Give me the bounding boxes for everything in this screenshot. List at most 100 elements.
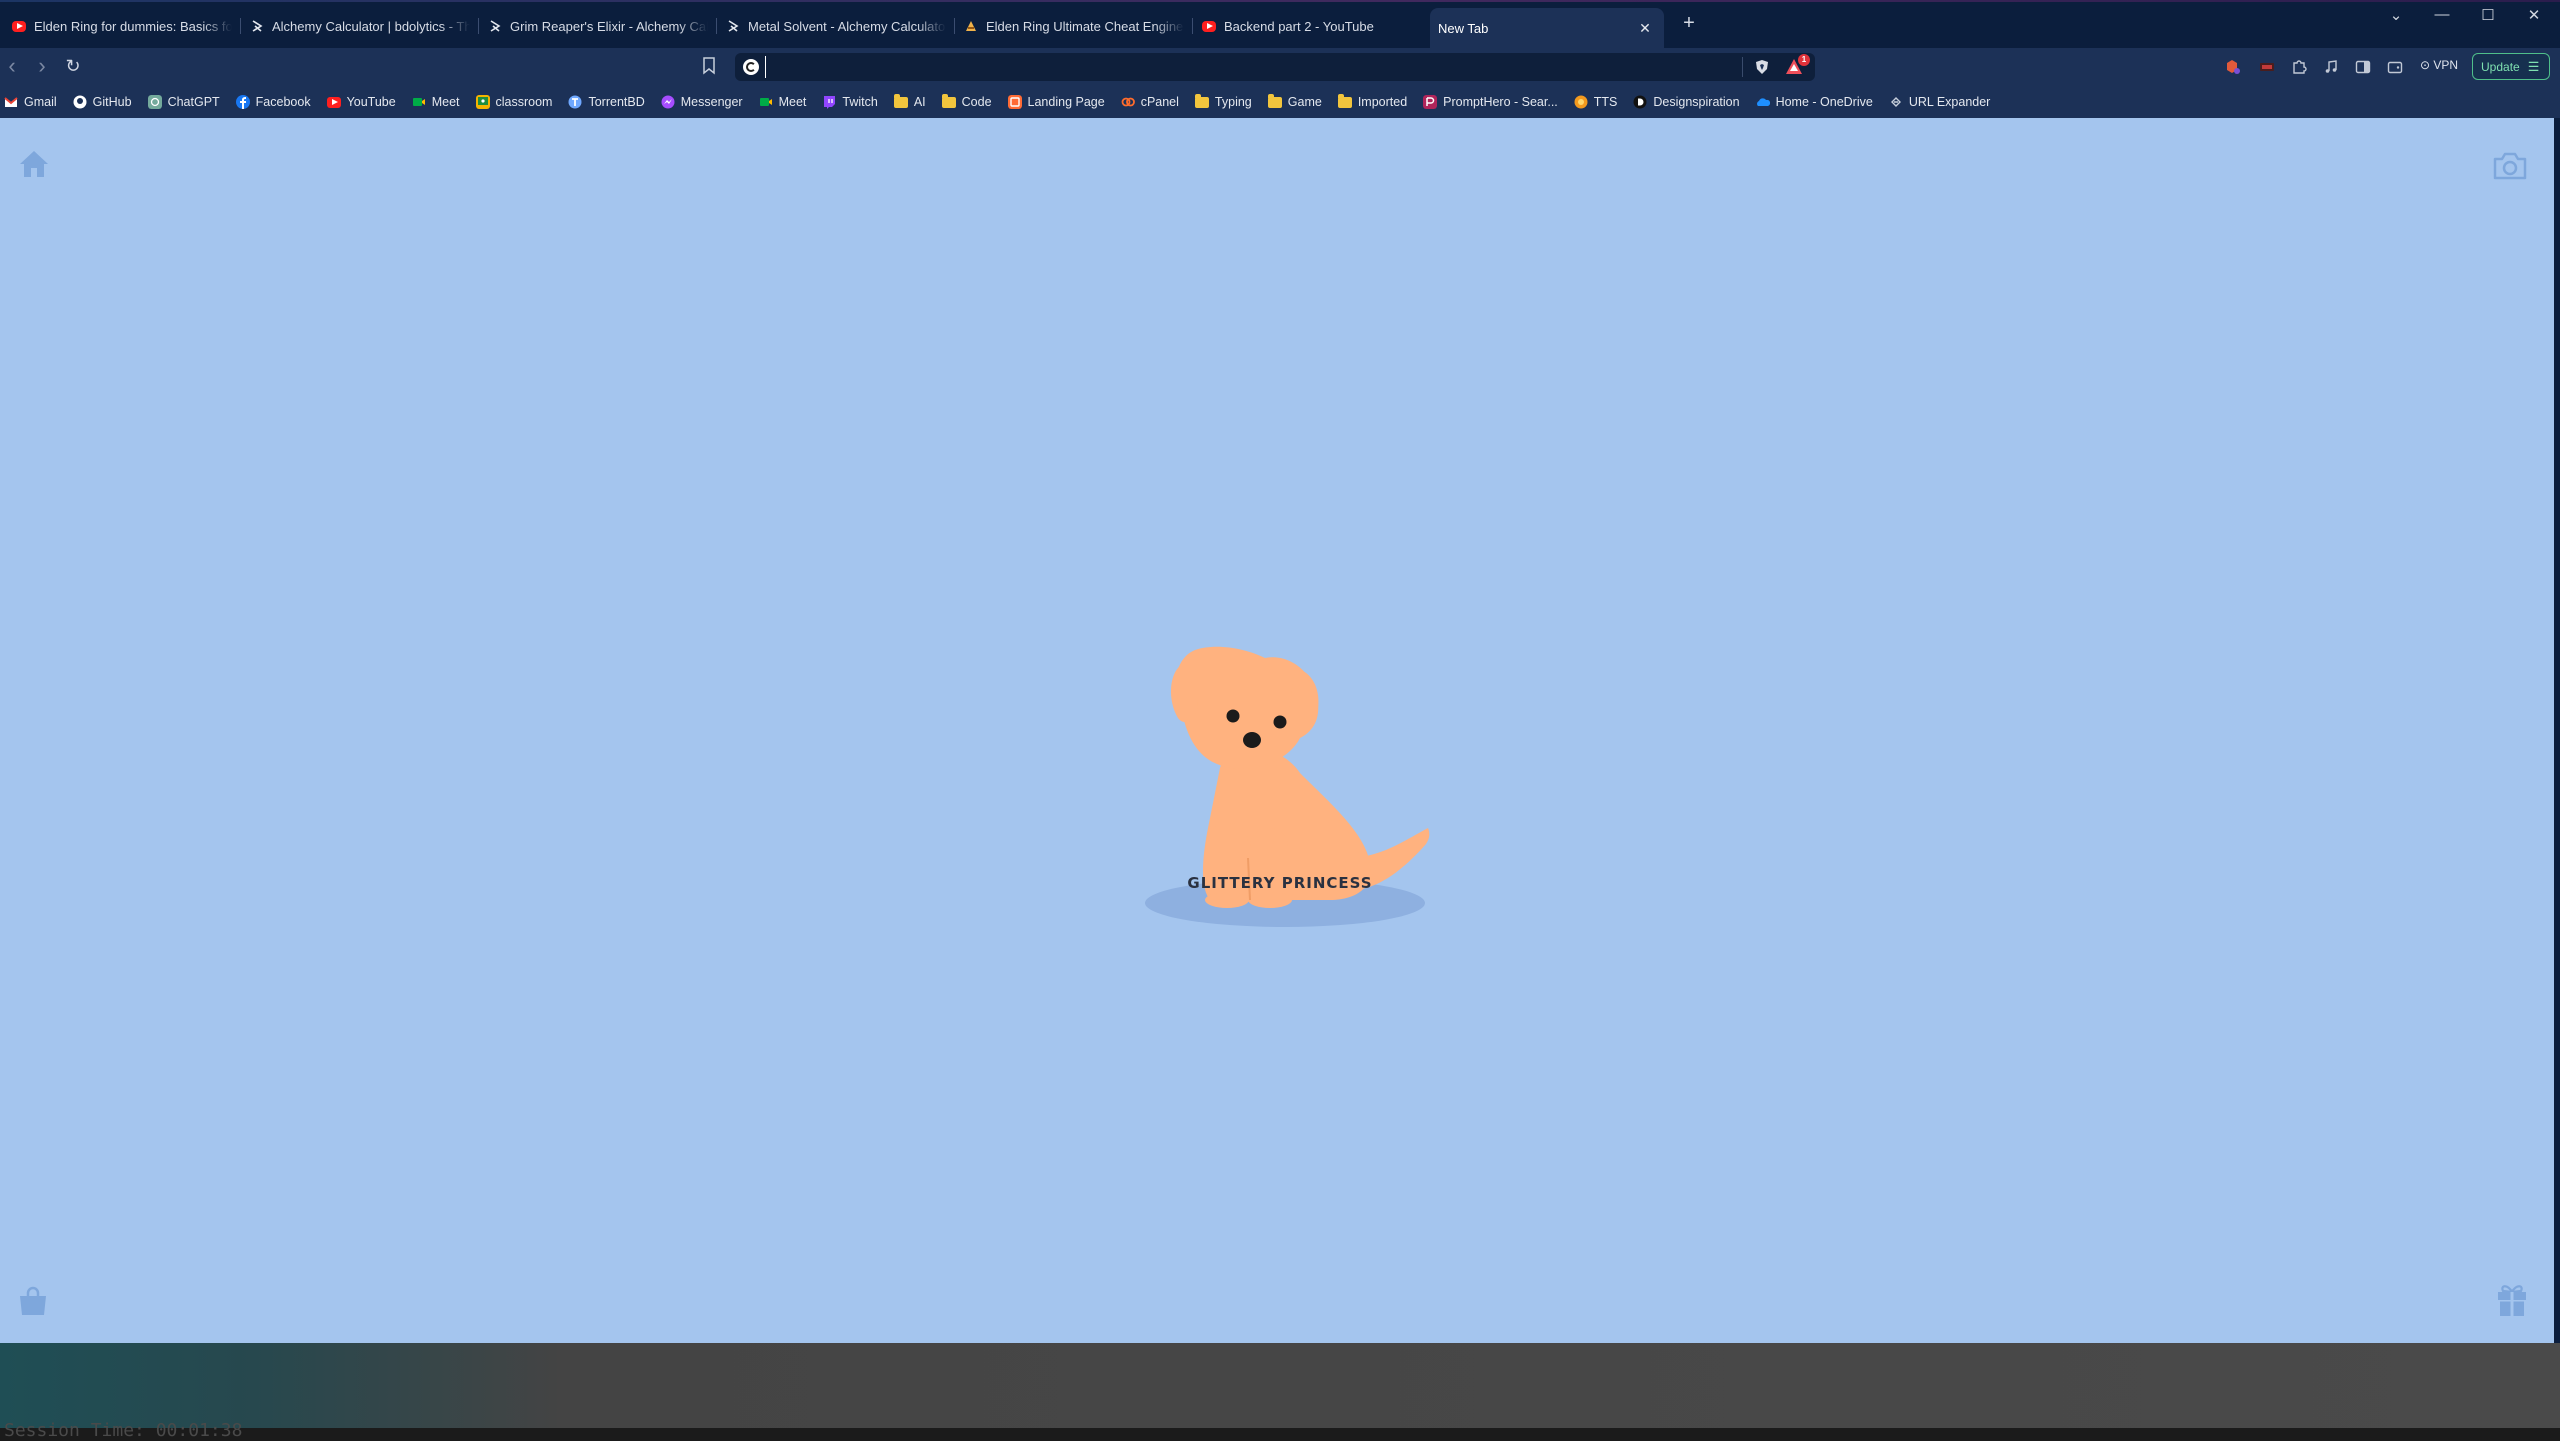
- bookmark-label: TTS: [1593, 95, 1618, 109]
- address-bar[interactable]: 1: [735, 53, 1815, 81]
- bookmark-folder-ai[interactable]: AI: [893, 94, 926, 109]
- tab-title: Grim Reaper's Elixir - Alchemy Calcu: [510, 18, 708, 34]
- extensions-puzzle-icon[interactable]: [2290, 58, 2308, 76]
- new-tab-page: GLITTERY PRINCESS: [0, 118, 2554, 1343]
- bookmark-label: Meet: [431, 95, 460, 109]
- bookmark-gmail[interactable]: Gmail: [4, 95, 57, 109]
- bdolytics-icon: [490, 20, 501, 32]
- bookmark-url-expander[interactable]: URL Expander: [1889, 95, 1990, 109]
- rewards-badge: 1: [1798, 54, 1810, 66]
- bookmark-label: Typing: [1214, 95, 1252, 109]
- tab-separator: [1192, 18, 1193, 34]
- reload-button[interactable]: ↻: [63, 56, 83, 77]
- cpanel-icon: [1121, 97, 1135, 107]
- update-menu-button[interactable]: Update ☰: [2472, 53, 2550, 80]
- bookmark-torrentbd[interactable]: TorrentBD: [568, 95, 645, 109]
- bookmark-prompthero[interactable]: PromptHero - Sear...: [1423, 95, 1558, 109]
- brave-shields-icon[interactable]: [1755, 59, 1769, 75]
- new-tab-button[interactable]: +: [1678, 12, 1700, 35]
- designspiration-icon: [1633, 95, 1647, 109]
- folder-icon: [1337, 94, 1352, 108]
- bookmark-label: Imported: [1357, 95, 1408, 109]
- bookmark-meet[interactable]: Meet: [412, 95, 460, 109]
- bookmark-label: Designspiration: [1653, 95, 1740, 109]
- bookmark-label: TorrentBD: [588, 95, 645, 109]
- bookmark-label: ChatGPT: [167, 95, 220, 109]
- torrentbd-icon: [568, 95, 582, 109]
- address-input[interactable]: [765, 56, 1765, 78]
- bookmark-folder-imported[interactable]: Imported: [1337, 94, 1408, 109]
- bookmark-label: Messenger: [680, 95, 743, 109]
- twitch-icon: [824, 96, 836, 109]
- url-expander-icon: [1890, 97, 1901, 107]
- bookmark-label: Landing Page: [1027, 95, 1105, 109]
- google-icon: [743, 59, 759, 75]
- tts-icon: [1574, 95, 1588, 109]
- bookmark-tts[interactable]: TTS: [1574, 95, 1618, 109]
- messenger-icon: [661, 95, 675, 109]
- bookmark-label: cPanel: [1140, 95, 1179, 109]
- tab-title: New Tab: [1438, 20, 1489, 36]
- bookmark-page-icon[interactable]: [702, 57, 716, 75]
- bookmark-designspiration[interactable]: Designspiration: [1633, 95, 1740, 109]
- bookmark-messenger[interactable]: Messenger: [661, 95, 743, 109]
- landing-page-icon: [1007, 95, 1022, 109]
- bookmark-meet-2[interactable]: Meet: [759, 95, 806, 109]
- youtube-icon: [1202, 20, 1216, 32]
- bookmark-chatgpt[interactable]: ChatGPT: [147, 95, 220, 109]
- gift-icon[interactable]: [2496, 1282, 2528, 1318]
- folder-icon: [941, 94, 956, 108]
- bookmark-classroom[interactable]: classroom: [475, 95, 553, 109]
- tab-close-button[interactable]: ✕: [1636, 20, 1654, 37]
- bookmark-label: GitHub: [92, 95, 132, 109]
- tab-elden-ring-dummies[interactable]: Elden Ring for dummies: Basics for E: [4, 10, 242, 42]
- bookmark-onedrive[interactable]: Home - OneDrive: [1756, 95, 1873, 109]
- gmail-icon: [4, 97, 18, 107]
- chatgpt-icon: [147, 95, 162, 109]
- bookmark-label: YouTube: [346, 95, 396, 109]
- bookmark-twitch[interactable]: Twitch: [822, 95, 878, 109]
- pet-name[interactable]: GLITTERY PRINCESS: [1080, 874, 1480, 892]
- bookmark-landing-page[interactable]: Landing Page: [1007, 95, 1105, 109]
- tab-backend-part-2[interactable]: Backend part 2 - YouTube: [1194, 10, 1432, 42]
- wallet-icon[interactable]: [2386, 58, 2404, 76]
- extension-icon[interactable]: [2224, 58, 2242, 76]
- tab-search-dropdown-button[interactable]: ⌄: [2386, 6, 2406, 24]
- minimize-button[interactable]: —: [2432, 6, 2452, 23]
- tab-metal-solvent[interactable]: Metal Solvent - Alchemy Calculator |: [718, 10, 956, 42]
- maximize-button[interactable]: ☐: [2478, 6, 2498, 24]
- media-music-icon[interactable]: [2322, 58, 2340, 76]
- tab-grim-reapers-elixir[interactable]: Grim Reaper's Elixir - Alchemy Calcu: [480, 10, 718, 42]
- vpn-button[interactable]: ⊙ VPN: [2420, 58, 2458, 72]
- tab-title: Metal Solvent - Alchemy Calculator |: [748, 18, 946, 34]
- bookmark-github[interactable]: GitHub: [73, 95, 132, 109]
- tab-alchemy-calculator[interactable]: Alchemy Calculator | bdolytics - The: [242, 10, 480, 42]
- back-button[interactable]: ‹: [2, 53, 22, 79]
- tab-new-tab[interactable]: New Tab ✕: [1430, 8, 1664, 48]
- bookmark-facebook[interactable]: Facebook: [235, 95, 311, 109]
- youtube-icon: [12, 20, 26, 32]
- tab-elden-ring-cheat-engine[interactable]: Elden Ring Ultimate Cheat Engine Ta: [956, 10, 1194, 42]
- site-icon: [966, 21, 976, 31]
- bdolytics-icon: [728, 20, 739, 32]
- session-time-label: Session Time: 00:01:38: [4, 1420, 243, 1441]
- sidebar-icon[interactable]: [2354, 58, 2372, 76]
- shopping-bag-icon[interactable]: [17, 1285, 49, 1317]
- bookmark-folder-code[interactable]: Code: [941, 94, 992, 109]
- hamburger-menu-icon: ☰: [2527, 58, 2540, 74]
- tab-title: Elden Ring Ultimate Cheat Engine Ta: [986, 18, 1184, 34]
- browser-window: Elden Ring for dummies: Basics for E Alc…: [0, 0, 2560, 1441]
- bookmark-folder-typing[interactable]: Typing: [1194, 94, 1252, 109]
- forward-button[interactable]: ›: [32, 53, 52, 79]
- folder-icon: [893, 94, 908, 108]
- extension-icon[interactable]: [2258, 58, 2276, 76]
- bookmark-label: PromptHero - Sear...: [1443, 95, 1558, 109]
- bookmark-label: classroom: [495, 95, 553, 109]
- camera-icon[interactable]: [2492, 152, 2528, 180]
- tab-strip: Elden Ring for dummies: Basics for E Alc…: [0, 0, 2560, 48]
- bookmark-cpanel[interactable]: cPanel: [1121, 95, 1179, 109]
- bookmark-youtube[interactable]: YouTube: [326, 95, 396, 109]
- bookmark-folder-game[interactable]: Game: [1267, 94, 1322, 109]
- close-window-button[interactable]: ✕: [2524, 6, 2544, 24]
- home-icon[interactable]: [18, 148, 50, 180]
